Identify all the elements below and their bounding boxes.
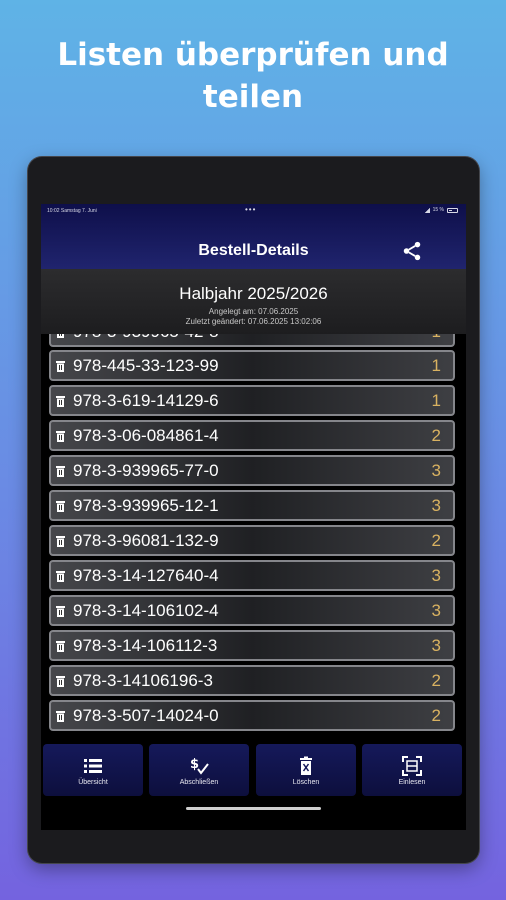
status-dots: ••• [245,205,257,214]
item-isbn: 978-3-96081-132-9 [73,531,219,550]
trash-icon[interactable] [56,605,65,617]
item-quantity: 3 [431,636,441,655]
trash-icon[interactable] [56,570,65,582]
isbn-list[interactable]: 978-3-939965-42-8 1 978-445-33-123-99 1 … [41,334,466,742]
scan-label: Einlesen [398,779,426,786]
signal-icon [423,207,430,213]
list-item[interactable]: 978-3-14-106102-4 3 [49,595,455,626]
item-isbn: 978-3-507-14024-0 [73,706,219,725]
item-isbn: 978-3-619-14129-6 [73,391,219,410]
system-nav-bar [41,800,466,830]
item-isbn: 978-3-939965-77-0 [73,461,219,480]
item-quantity: 3 [431,601,441,620]
delete-label: Löschen [292,779,320,786]
list-item[interactable]: 978-3-14-106112-3 3 [49,630,455,661]
item-isbn: 978-3-14-106102-4 [73,601,219,620]
order-created: Angelegt am: 07.06.2025 [208,307,299,316]
status-time-date: 10:02 Samstag 7. Juni [47,208,97,214]
item-quantity: 1 [432,334,441,342]
item-quantity: 2 [431,706,441,725]
trash-icon[interactable] [56,710,65,722]
order-header: Halbjahr 2025/2026 Angelegt am: 07.06.20… [41,269,466,334]
trash-icon[interactable] [56,675,65,687]
trash-icon[interactable] [56,395,65,407]
item-quantity: 2 [431,531,441,550]
delete-button[interactable]: Löschen [256,744,356,796]
trash-icon[interactable] [56,360,65,372]
bottom-toolbar: Übersicht $ Abschließen Löschen Einlesen [41,742,466,800]
list-item[interactable]: 978-3-06-084861-4 2 [49,420,455,451]
finish-button[interactable]: $ Abschließen [149,744,249,796]
trash-icon[interactable] [56,465,65,477]
trash-icon [300,756,312,775]
item-isbn: 978-3-14-106112-3 [73,636,218,655]
money-check-icon: $ [190,757,209,775]
item-quantity: 3 [431,496,441,515]
trash-icon[interactable] [56,500,65,512]
promo-headline-line1: Listen überprüfen und [57,37,449,73]
overview-button[interactable]: Übersicht [43,744,143,796]
item-quantity: 2 [431,426,441,445]
item-isbn: 978-3-939965-12-1 [73,496,219,515]
list-item[interactable]: 978-3-14106196-3 2 [49,665,455,696]
promo-headline-line2: teilen [202,79,304,115]
status-icons: 15 % [423,207,458,213]
item-quantity: 1 [431,356,441,375]
list-item[interactable]: 978-445-33-123-99 1 [49,350,455,381]
share-icon[interactable] [401,240,423,262]
list-item[interactable]: 978-3-14-127640-4 3 [49,560,455,591]
list-item[interactable]: 978-3-939965-77-0 3 [49,455,455,486]
trash-icon[interactable] [56,430,65,442]
item-isbn: 978-445-33-123-99 [73,356,219,375]
promo-headline: Listen überprüfen und teilen [0,34,506,118]
item-quantity: 3 [431,566,441,585]
scan-icon [402,756,422,776]
item-isbn: 978-3-939965-42-8 [73,334,219,342]
battery-icon [447,207,458,213]
tablet-frame: 10:02 Samstag 7. Juni ••• 15 % Bestell-D… [28,157,479,863]
order-name: Halbjahr 2025/2026 [179,284,328,303]
item-quantity: 2 [431,671,441,690]
list-item[interactable]: 978-3-507-14024-0 2 [49,700,455,731]
finish-label: Abschließen [179,779,219,786]
trash-icon[interactable] [56,640,65,652]
list-item[interactable]: 978-3-96081-132-9 2 [49,525,455,556]
item-quantity: 1 [431,391,441,410]
item-isbn: 978-3-06-084861-4 [73,426,219,445]
order-modified: Zuletzt geändert: 07.06.2025 13:02:06 [185,317,322,326]
item-isbn: 978-3-14-127640-4 [73,566,219,585]
trash-icon[interactable] [56,535,65,547]
trash-icon[interactable] [56,334,65,338]
list-item[interactable]: 978-3-939965-42-8 1 [49,334,455,347]
item-quantity: 3 [431,461,441,480]
tablet-screen: 10:02 Samstag 7. Juni ••• 15 % Bestell-D… [41,204,466,830]
scan-button[interactable]: Einlesen [362,744,462,796]
home-indicator[interactable] [186,807,321,810]
item-isbn: 978-3-14106196-3 [73,671,213,690]
battery-percent: 15 % [432,207,444,213]
overview-label: Übersicht [78,779,108,786]
list-item[interactable]: 978-3-619-14129-6 1 [49,385,455,416]
app-bar: 10:02 Samstag 7. Juni ••• 15 % Bestell-D… [41,204,466,269]
list-icon [84,759,102,773]
list-item[interactable]: 978-3-939965-12-1 3 [49,490,455,521]
